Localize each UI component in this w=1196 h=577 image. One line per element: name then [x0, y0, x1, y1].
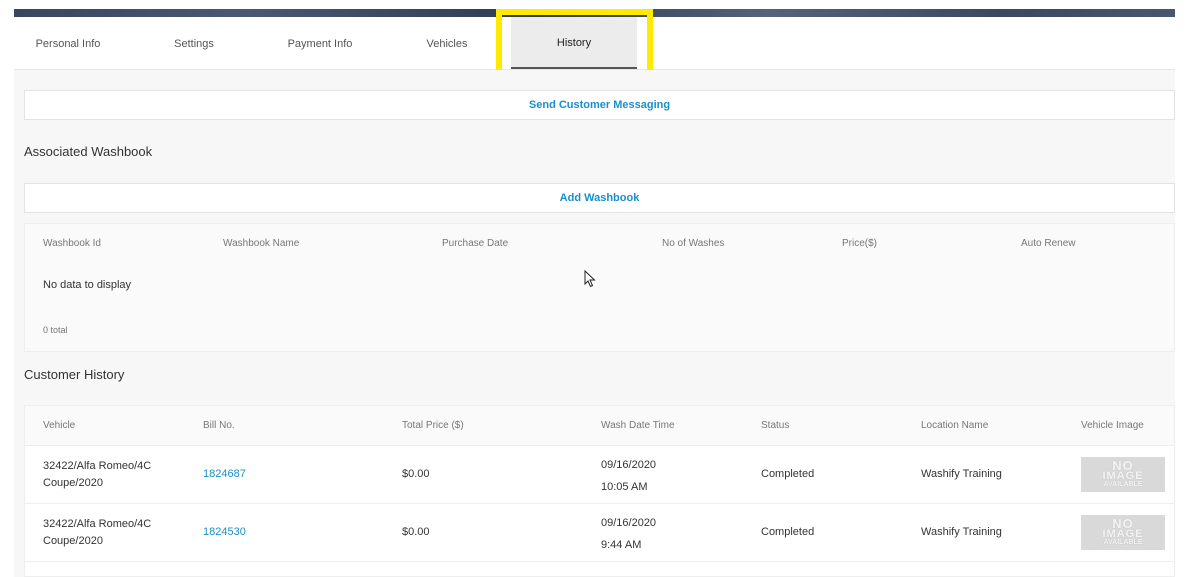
- total-count: 0 total: [43, 325, 68, 335]
- history-panel: Send Customer Messaging Associated Washb…: [14, 70, 1175, 577]
- column-header-total-price[interactable]: Total Price ($): [402, 420, 464, 431]
- add-washbook-button[interactable]: Add Washbook: [24, 183, 1175, 213]
- wash-date-time-cell: 09/16/2020 9:44 AM: [601, 512, 656, 556]
- tab-settings[interactable]: Settings: [144, 17, 244, 70]
- bill-number-link[interactable]: 1824687: [203, 466, 246, 483]
- vehicle-cell: 32422/Alfa Romeo/4C Coupe/2020: [43, 516, 183, 550]
- location-cell: Washify Training: [921, 526, 1002, 538]
- status-cell: Completed: [761, 526, 815, 538]
- no-image-placeholder: NO IMAGE AVAILABLE: [1081, 515, 1165, 550]
- vehicle-text: 32422/Alfa Romeo/4C: [43, 518, 152, 530]
- table-row: 32422/Alfa Romeo/4C Coupe/2020 1824530 $…: [25, 504, 1174, 562]
- tab-personal-info[interactable]: Personal Info: [14, 17, 122, 70]
- no-image-text: AVAILABLE: [1103, 481, 1143, 488]
- vehicle-text: Coupe/2020: [43, 535, 103, 547]
- total-price-cell: $0.00: [402, 468, 430, 480]
- column-header-vehicle-image[interactable]: Vehicle Image: [1081, 420, 1144, 431]
- table-row: 32422/Alfa Romeo/4C Coupe/2020 1824687 $…: [25, 446, 1174, 504]
- vehicle-text: Coupe/2020: [43, 477, 103, 489]
- column-header-washbook-name[interactable]: Washbook Name: [223, 238, 299, 249]
- no-image-text: IMAGE: [1102, 470, 1144, 482]
- wash-date: 09/16/2020: [601, 459, 657, 471]
- location-cell: Washify Training: [921, 468, 1002, 480]
- column-header-status[interactable]: Status: [761, 420, 789, 431]
- column-header-wash-date-time[interactable]: Wash Date Time: [601, 420, 675, 431]
- column-header-auto-renew[interactable]: Auto Renew: [1021, 238, 1075, 249]
- associated-washbook-title: Associated Washbook: [24, 144, 153, 159]
- wash-time: 9:44 AM: [601, 539, 642, 551]
- column-header-bill-no[interactable]: Bill No.: [203, 420, 235, 431]
- customer-history-title: Customer History: [24, 367, 125, 382]
- table-header-row: Vehicle Bill No. Total Price ($) Wash Da…: [25, 406, 1174, 446]
- column-header-price[interactable]: Price($): [842, 238, 877, 249]
- bill-number-link[interactable]: 1824530: [203, 524, 246, 541]
- wash-date-time-cell: 09/16/2020 10:05 AM: [601, 454, 656, 498]
- no-image-text: AVAILABLE: [1103, 539, 1143, 546]
- no-image-placeholder: NO IMAGE AVAILABLE: [1081, 457, 1165, 492]
- wash-date: 09/16/2020: [601, 517, 657, 529]
- column-header-vehicle[interactable]: Vehicle: [43, 420, 75, 431]
- mouse-pointer-icon: [584, 270, 596, 288]
- tab-vehicles[interactable]: Vehicles: [397, 17, 497, 70]
- vehicle-text: 32422/Alfa Romeo/4C: [43, 460, 152, 472]
- header-banner: [14, 9, 1175, 17]
- no-image-text: IMAGE: [1102, 528, 1144, 540]
- column-header-no-of-washes[interactable]: No of Washes: [662, 238, 724, 249]
- customer-history-table: Vehicle Bill No. Total Price ($) Wash Da…: [24, 405, 1175, 577]
- send-customer-messaging-button[interactable]: Send Customer Messaging: [24, 90, 1175, 120]
- column-header-location-name[interactable]: Location Name: [921, 420, 988, 431]
- empty-state-text: No data to display: [43, 279, 132, 291]
- tab-payment-info[interactable]: Payment Info: [270, 17, 370, 70]
- vehicle-cell: 32422/Alfa Romeo/4C Coupe/2020: [43, 458, 183, 492]
- total-price-cell: $0.00: [402, 526, 430, 538]
- column-header-washbook-id[interactable]: Washbook Id: [43, 238, 101, 249]
- wash-time: 10:05 AM: [601, 481, 648, 493]
- washbook-table: Washbook Id Washbook Name Purchase Date …: [24, 223, 1175, 352]
- status-cell: Completed: [761, 468, 815, 480]
- tab-bar: Personal Info Settings Payment Info Vehi…: [14, 17, 1175, 70]
- tab-history[interactable]: History: [511, 17, 637, 69]
- column-header-purchase-date[interactable]: Purchase Date: [442, 238, 508, 249]
